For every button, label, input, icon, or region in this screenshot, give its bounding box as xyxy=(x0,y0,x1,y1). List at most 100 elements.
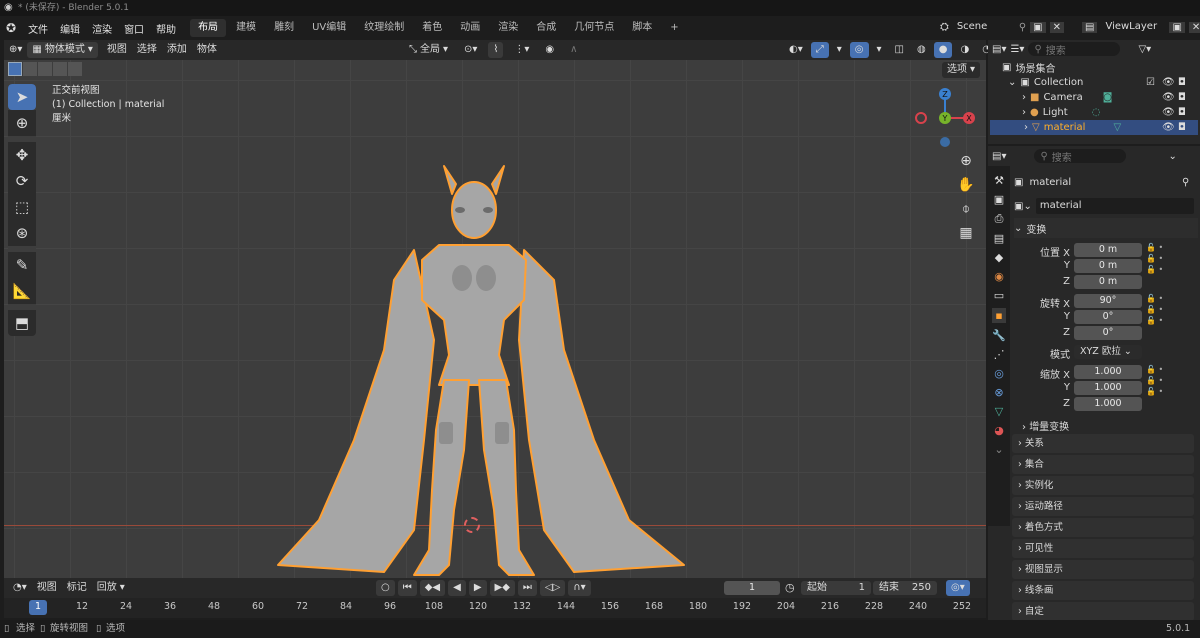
tab-animation[interactable]: 动画 xyxy=(452,19,488,37)
scale-tool-icon[interactable]: ⬚ xyxy=(8,194,36,220)
snap-settings-icon[interactable]: ⋮▾ xyxy=(509,42,534,58)
mode-dropdown[interactable]: ▦ 物体模式 ▾ xyxy=(27,42,98,58)
lock-icon[interactable]: 🔓 • xyxy=(1146,243,1163,252)
scene-name[interactable]: Scene xyxy=(952,19,1015,35)
physics-tab-icon[interactable]: ◎ xyxy=(994,367,1004,380)
gizmo-neg-x-axis[interactable] xyxy=(915,112,927,124)
play-icon[interactable]: ▶ xyxy=(468,580,487,596)
lock-icon[interactable]: 🔓 • xyxy=(1146,376,1163,385)
camera-view-icon[interactable]: ⌽ xyxy=(955,198,977,220)
display-mode-icon[interactable]: ☰▾ xyxy=(1010,44,1024,55)
keying-icon[interactable]: ◁▷ xyxy=(539,580,566,596)
panel-shading[interactable]: › 着色方式 xyxy=(1012,518,1194,537)
location-x-field[interactable]: 0 m xyxy=(1074,243,1142,257)
camera-render-icon[interactable]: ◘ xyxy=(1178,122,1186,133)
camera-render-icon[interactable]: ◘ xyxy=(1178,77,1186,88)
outliner-editor-type-icon[interactable]: ▤▾ xyxy=(992,44,1006,55)
editor-type-button[interactable]: ⊕▾ xyxy=(4,42,27,58)
transform-tool-icon[interactable]: ⊛ xyxy=(8,220,36,246)
menu-window[interactable]: 窗口 xyxy=(118,21,150,36)
tab-geometry-nodes[interactable]: 几何节点 xyxy=(566,19,622,37)
current-frame-field[interactable]: 1 xyxy=(724,581,780,595)
next-keyframe-icon[interactable]: ▶◆ xyxy=(489,580,515,596)
panel-motion-paths[interactable]: › 运动路径 xyxy=(1012,497,1194,516)
tab-layout[interactable]: 布局 xyxy=(190,19,227,37)
view-layer-icon[interactable]: ▤ xyxy=(1082,21,1098,33)
select-new-icon[interactable] xyxy=(8,62,22,76)
lock-icon[interactable]: 🔓 • xyxy=(1146,265,1163,274)
menu-edit[interactable]: 编辑 xyxy=(54,21,86,36)
tool-tab-icon[interactable]: ⚒ xyxy=(994,174,1004,187)
object-tab-icon[interactable]: ▪ xyxy=(992,308,1006,323)
expand-arrow-icon[interactable]: › xyxy=(1022,107,1026,118)
chevron-down-icon[interactable]: ⌄ xyxy=(1168,151,1176,162)
new-view-layer-icon[interactable]: ▣ xyxy=(1169,21,1185,33)
options-dropdown[interactable]: 选项 ▾ xyxy=(942,62,981,78)
record-icon[interactable]: ○ xyxy=(376,580,395,596)
rotation-x-field[interactable]: 90° xyxy=(1074,294,1142,308)
prev-keyframe-icon[interactable]: ◆◀ xyxy=(419,580,446,596)
collection-checkbox[interactable]: ☑ xyxy=(1146,77,1155,88)
panel-line-art[interactable]: › 线条画 xyxy=(1012,581,1194,600)
add-cube-tool-icon[interactable]: ⬒ xyxy=(8,310,36,336)
render-tab-icon[interactable]: ▣ xyxy=(994,193,1004,206)
panel-relations[interactable]: › 关系 xyxy=(1012,434,1194,453)
lock-icon[interactable]: 🔓 • xyxy=(1146,294,1163,303)
tab-modeling[interactable]: 建模 xyxy=(228,19,264,37)
rotate-tool-icon[interactable]: ⟳ xyxy=(8,168,36,194)
new-scene-icon[interactable]: ▣ xyxy=(1030,21,1046,33)
cursor-tool-icon[interactable]: ⊕ xyxy=(8,110,36,136)
transform-panel-header[interactable]: ⌄ 变换 xyxy=(1014,218,1198,238)
pan-hand-icon[interactable]: ✋ xyxy=(955,174,977,196)
outliner-item-camera[interactable]: › ■ Camera ◙ 👁 ◘ xyxy=(988,90,1200,105)
expand-arrow-icon[interactable]: › xyxy=(1022,92,1026,103)
modifiers-tab-icon[interactable]: 🔧 xyxy=(992,329,1006,342)
snap-icon[interactable]: ⌇ xyxy=(488,42,504,58)
annotate-tool-icon[interactable]: ✎ xyxy=(8,252,36,278)
scale-z-field[interactable]: 1.000 xyxy=(1074,397,1142,411)
overlay-settings-icon[interactable]: ▾ xyxy=(872,42,887,58)
tab-texture-paint[interactable]: 纹理绘制 xyxy=(356,19,412,37)
expand-arrow-icon[interactable]: › xyxy=(1024,122,1028,133)
add-workspace-button[interactable]: + xyxy=(662,19,686,37)
camera-render-icon[interactable]: ◘ xyxy=(1178,107,1186,118)
tab-shading[interactable]: 着色 xyxy=(414,19,450,37)
start-frame-field[interactable]: 起始 1 xyxy=(801,581,871,595)
lock-icon[interactable]: 🔓 • xyxy=(1146,365,1163,374)
outliner-item-light[interactable]: › ● Light ◌ 👁 ◘ xyxy=(988,105,1200,120)
menu-object[interactable]: 物体 xyxy=(192,42,222,58)
outliner-item-material[interactable]: › ▽ material ▽ 👁 ◘ xyxy=(990,120,1198,135)
rotation-z-field[interactable]: 0° xyxy=(1074,326,1142,340)
clock-icon[interactable]: ◷ xyxy=(785,581,795,594)
location-y-field[interactable]: 0 m xyxy=(1074,259,1142,273)
data-tab-icon[interactable]: ▽ xyxy=(995,405,1003,418)
lock-icon[interactable]: 🔓 • xyxy=(1146,254,1163,263)
collection-tab-icon[interactable]: ▭ xyxy=(994,289,1004,302)
3d-viewport[interactable]: ➤ ⊕ ✥ ⟳ ⬚ ⊛ ✎ 📐 ⬒ 正交前视图 (1) Collection |… xyxy=(4,60,986,578)
select-subtract-icon[interactable] xyxy=(38,62,52,76)
select-invert-icon[interactable] xyxy=(53,62,67,76)
world-tab-icon[interactable]: ◉ xyxy=(994,270,1004,283)
timeline-editor-type-icon[interactable]: ◔▾ xyxy=(8,580,32,596)
panel-viewport-display[interactable]: › 视图显示 xyxy=(1012,560,1194,579)
overlay-toggle-icon[interactable]: ◎ xyxy=(849,42,869,58)
zoom-icon[interactable]: ⊕ xyxy=(955,150,977,172)
properties-search-field[interactable]: ⚲ 搜索 xyxy=(1034,149,1127,164)
gizmo-neg-z-axis[interactable] xyxy=(940,137,950,147)
lock-icon[interactable]: 🔓 • xyxy=(1146,305,1163,314)
select-extend-icon[interactable] xyxy=(23,62,37,76)
panel-instancing[interactable]: › 实例化 xyxy=(1012,476,1194,495)
timeline-menu-view[interactable]: 视图 xyxy=(32,580,62,596)
timeline-menu-playback[interactable]: 回放 ▾ xyxy=(92,580,130,596)
menu-help[interactable]: 帮助 xyxy=(150,21,182,36)
scene-icon[interactable]: ⛭ xyxy=(940,20,949,34)
rotation-y-field[interactable]: 0° xyxy=(1074,310,1142,324)
select-box-tool-icon[interactable]: ➤ xyxy=(8,84,36,110)
particles-tab-icon[interactable]: ⋰ xyxy=(994,348,1005,361)
measure-tool-icon[interactable]: 📐 xyxy=(8,278,36,304)
eye-icon[interactable]: 👁 xyxy=(1162,92,1175,103)
end-frame-field[interactable]: 结束 250 xyxy=(873,581,937,595)
gizmo-toggle-icon[interactable]: ⤢ xyxy=(810,42,829,58)
scale-y-field[interactable]: 1.000 xyxy=(1074,381,1142,395)
tab-sculpting[interactable]: 雕刻 xyxy=(266,19,302,37)
